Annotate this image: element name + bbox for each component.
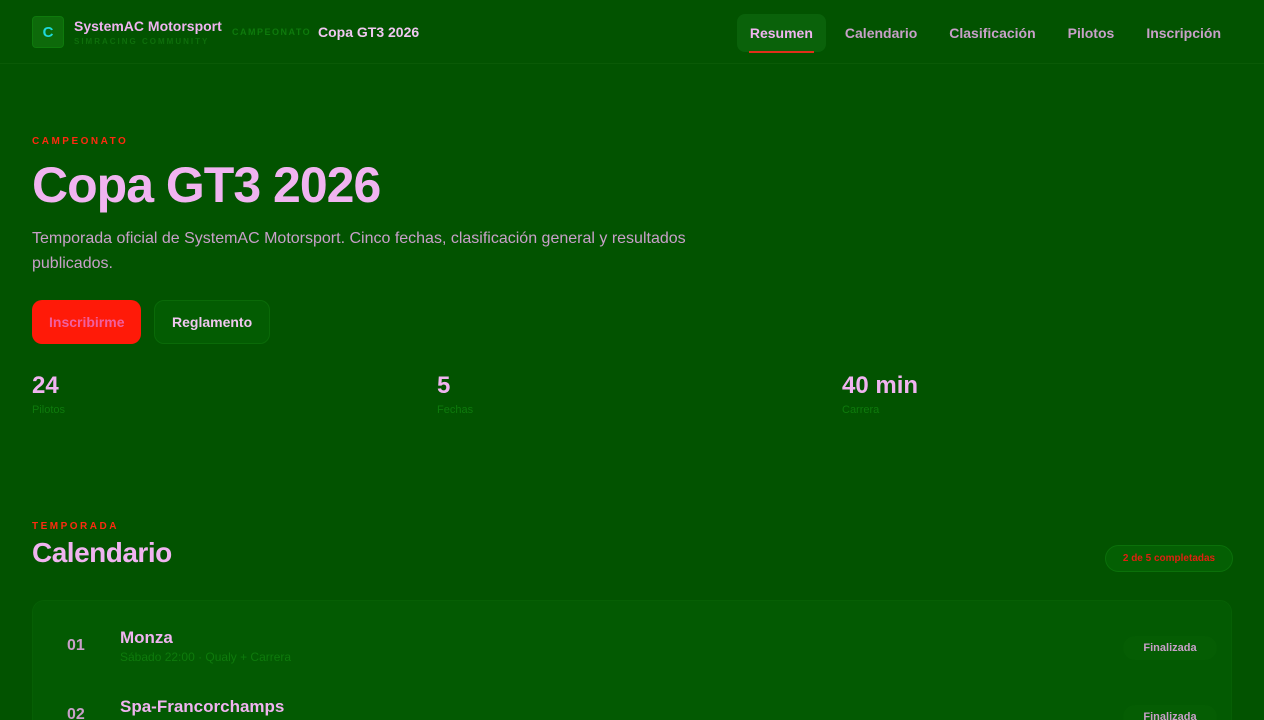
stat-rounds: 5 Fechas: [437, 372, 817, 416]
breadcrumb-label: CAMPEONATO: [232, 27, 312, 37]
main-nav: Resumen Calendario Clasificación Pilotos…: [736, 14, 1234, 53]
page-title: Copa GT3 2026: [32, 157, 381, 213]
stat-label: Pilotos: [32, 404, 66, 416]
rules-button[interactable]: Reglamento: [154, 300, 271, 344]
stat-label: Fechas: [437, 404, 474, 416]
race-number: 01: [67, 637, 85, 654]
hero-description: Temporada oficial de SystemAC Motorsport…: [32, 230, 686, 272]
page: C SystemAC Motorsport SIMRACING COMMUNIT…: [0, 0, 1264, 720]
stat-value: 24: [32, 372, 59, 399]
list-item[interactable]: 01 Monza Sábado 22:00 · Qualy + Carrera …: [33, 601, 1233, 665]
status-badge: Finalizada: [1123, 705, 1217, 720]
stat-drivers: 24 Pilotos: [32, 372, 412, 416]
logo-letter: C: [42, 23, 54, 41]
race-meta: Sábado 22:00 · Qualy + Carrera: [120, 650, 292, 664]
list-item[interactable]: 02 Spa-Francorchamps Finalizada: [33, 670, 1233, 720]
brand-subtitle: SIMRACING COMMUNITY: [74, 37, 210, 46]
breadcrumb-title: Copa GT3 2026: [318, 24, 420, 40]
brand-logo[interactable]: C: [32, 16, 64, 48]
calendar-card: 01 Monza Sábado 22:00 · Qualy + Carrera …: [32, 600, 1232, 720]
section-kicker: TEMPORADA: [32, 521, 119, 532]
hero-kicker: CAMPEONATO: [32, 136, 129, 147]
stat-value: 40 min: [842, 372, 919, 399]
nav-item-pilotos[interactable]: Pilotos: [1055, 14, 1128, 52]
stat-label: Carrera: [842, 404, 880, 416]
top-bar: C SystemAC Motorsport SIMRACING COMMUNIT…: [0, 0, 1264, 64]
nav-item-resumen[interactable]: Resumen: [736, 14, 826, 53]
race-name: Monza: [120, 628, 173, 647]
stat-race-length: 40 min Carrera: [842, 372, 1222, 416]
signup-button[interactable]: Inscribirme: [32, 300, 142, 344]
race-name: Spa-Francorchamps: [120, 697, 285, 716]
section-title: Calendario: [32, 537, 172, 568]
nav-item-inscripcion[interactable]: Inscripción: [1133, 14, 1234, 52]
race-number: 02: [67, 706, 85, 720]
nav-item-calendario[interactable]: Calendario: [832, 14, 930, 52]
completion-badge: 2 de 5 completadas: [1105, 545, 1233, 572]
brand-name[interactable]: SystemAC Motorsport: [74, 18, 222, 34]
stat-value: 5: [437, 372, 451, 399]
nav-item-clasificacion[interactable]: Clasificación: [936, 14, 1048, 52]
status-badge: Finalizada: [1123, 636, 1217, 660]
